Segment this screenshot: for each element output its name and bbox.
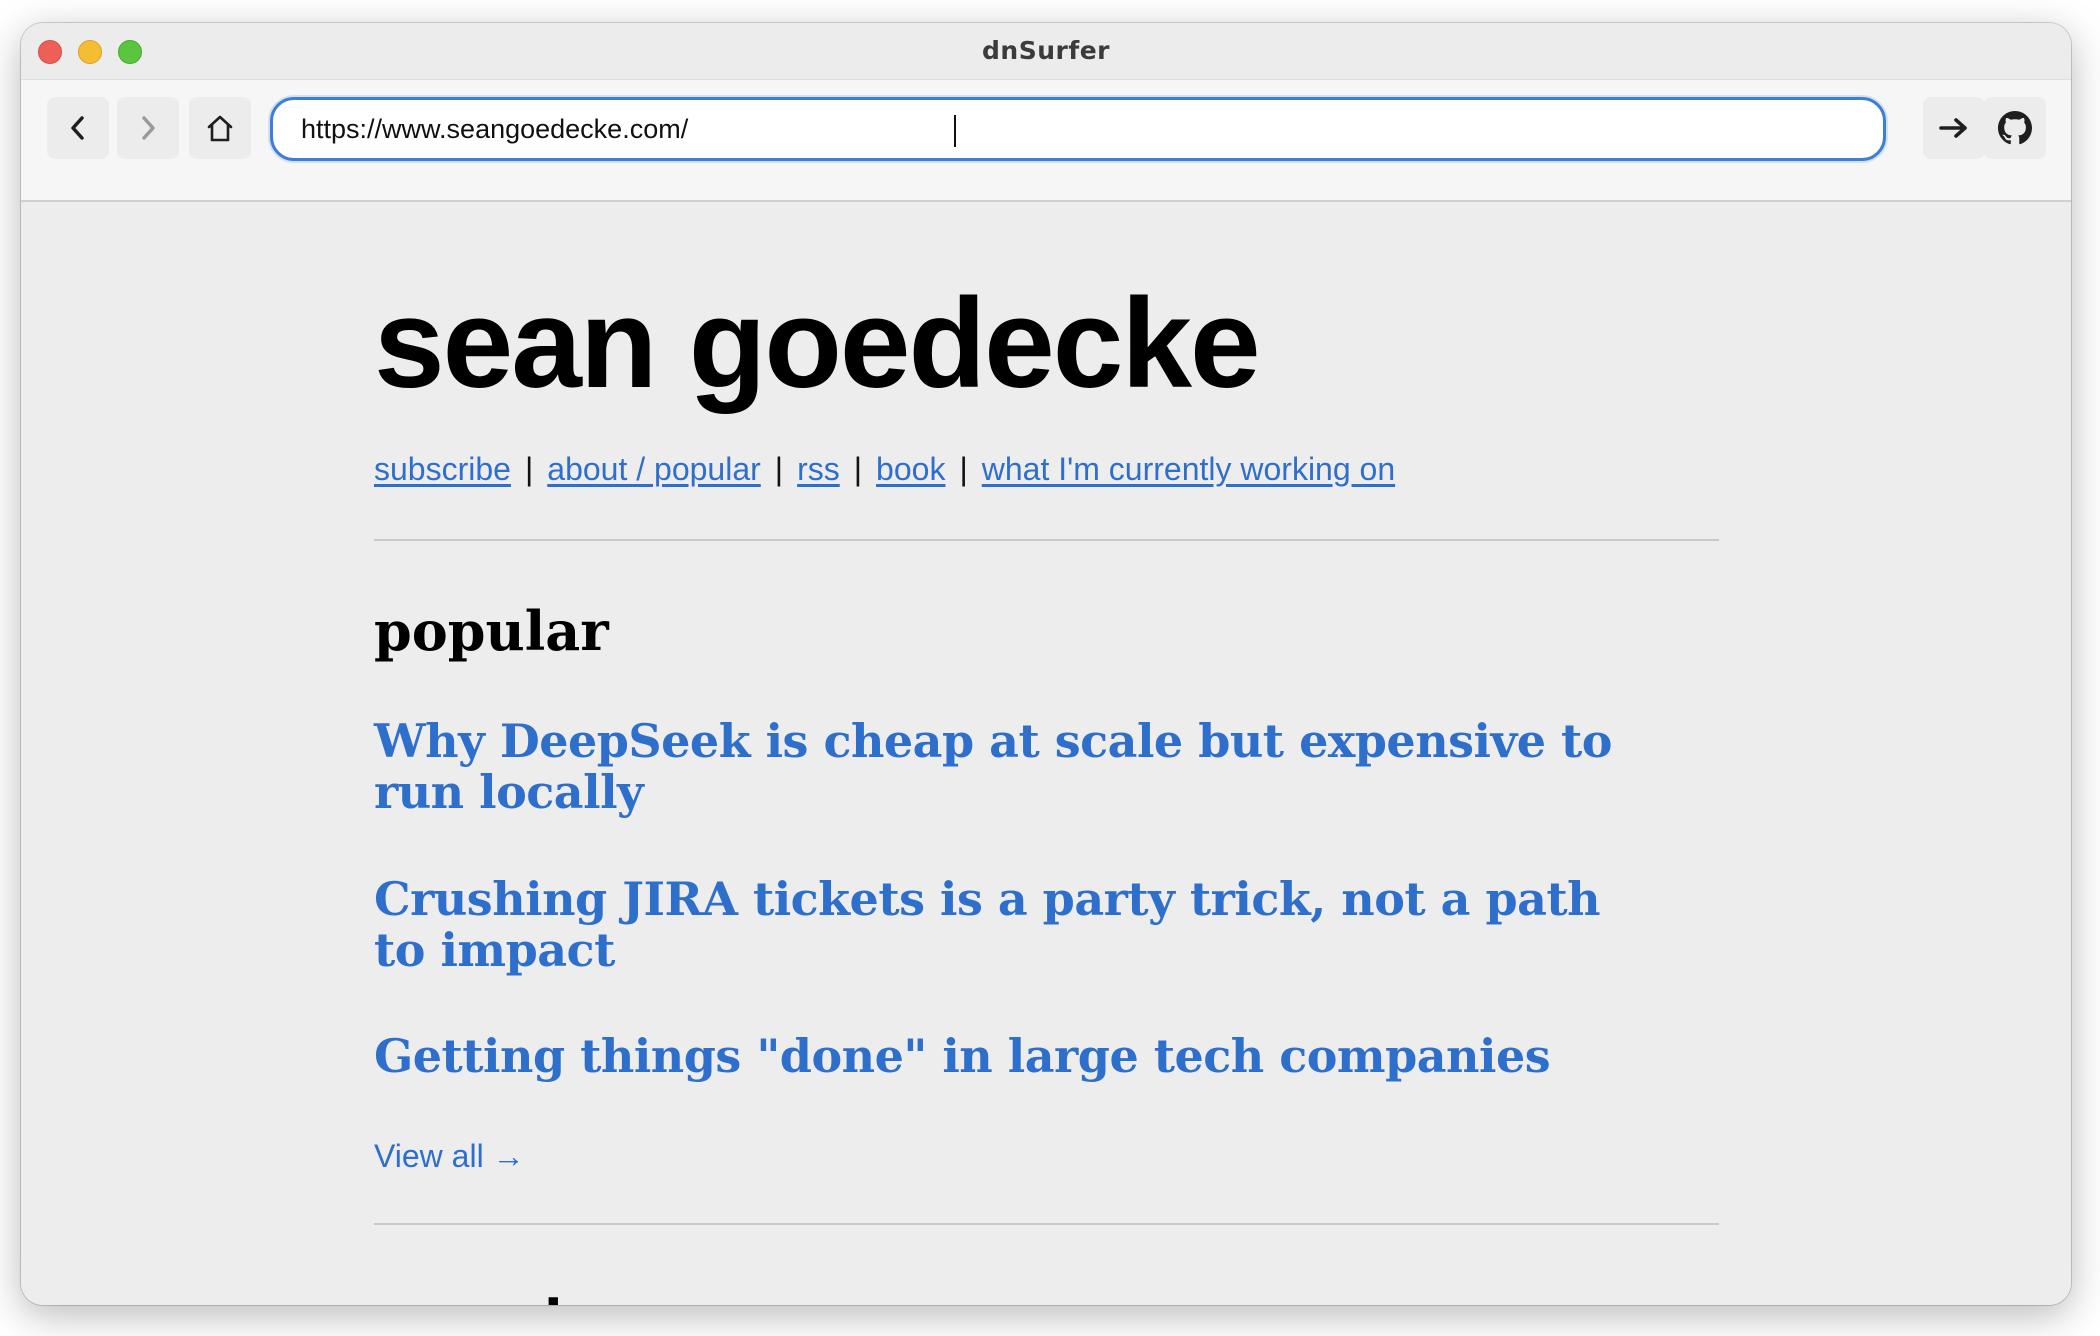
github-button[interactable] [1984, 97, 2046, 159]
popular-heading: popular [374, 599, 609, 663]
window-title: dnSurfer [982, 36, 1110, 65]
nav-separator: | [959, 451, 968, 487]
home-button[interactable] [189, 97, 251, 159]
site-title: sean goedecke [374, 272, 1261, 414]
url-input[interactable] [301, 113, 1855, 145]
go-button[interactable] [1923, 97, 1985, 159]
text-caret [954, 115, 956, 147]
view-all-link[interactable]: View all → [374, 1138, 525, 1175]
nav-link-about-popular[interactable]: about / popular [547, 451, 761, 487]
forward-button[interactable] [117, 97, 179, 159]
back-button[interactable] [47, 97, 109, 159]
page-viewport[interactable]: sean goedecke subscribe | about / popular |… [21, 202, 2071, 1305]
site-nav: subscribe | about / popular | rss | book | what … [374, 453, 1395, 485]
nav-link-subscribe[interactable]: subscribe [374, 451, 511, 487]
nav-link-rss[interactable]: rss [797, 451, 840, 487]
title-bar: dnSurfer [21, 23, 2071, 79]
popular-post-link[interactable]: Crushing JIRA tickets is a party trick, … [374, 874, 1654, 976]
github-icon [1998, 111, 2032, 145]
nav-separator: | [774, 451, 784, 487]
home-icon [205, 113, 235, 143]
arrow-right-icon [1938, 116, 1970, 140]
chevron-left-icon [67, 115, 89, 141]
divider [374, 539, 1719, 541]
recent-heading: recent [374, 1288, 568, 1305]
chevron-right-icon [137, 115, 159, 141]
nav-separator: | [853, 451, 863, 487]
browser-window: dnSurfer https://www.seangoedecke.com/ s… [21, 23, 2071, 1305]
popular-post-link[interactable]: Why DeepSeek is cheap at scale but expen… [374, 716, 1654, 818]
popular-post-link[interactable]: Getting things "done" in large tech comp… [374, 1031, 1654, 1082]
nav-separator: | [524, 451, 534, 487]
nav-link-book[interactable]: book [876, 451, 945, 487]
divider [374, 1223, 1719, 1225]
address-bar[interactable] [270, 97, 1886, 161]
nav-link-current-work[interactable]: what I'm currently working on [982, 451, 1395, 487]
browser-toolbar [21, 79, 2071, 202]
